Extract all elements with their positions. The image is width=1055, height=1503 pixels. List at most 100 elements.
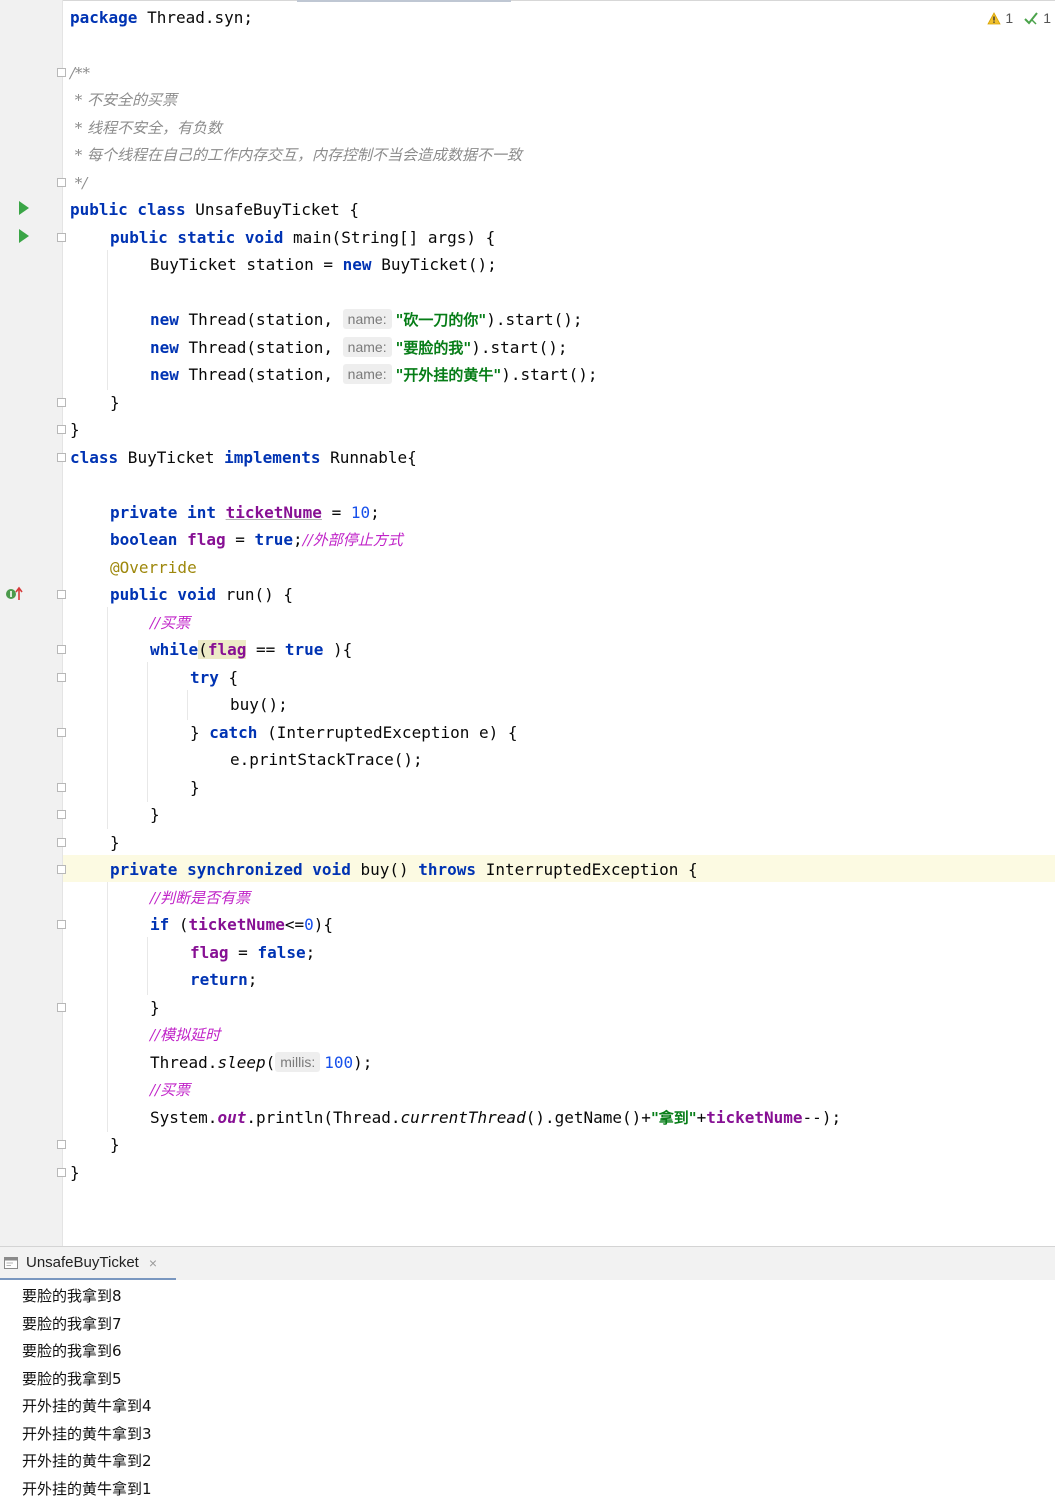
code-text: <= [285, 915, 304, 934]
code-text: main(String[] args) { [283, 228, 495, 247]
code-line: private synchronized void buy() throws I… [70, 856, 1055, 883]
fold-marker[interactable] [57, 810, 66, 819]
code-line: while(flag == true ){ [70, 636, 1055, 663]
code-line: * 每个线程在自己的工作内存交互，内存控制不当会造成数据不一致 [70, 141, 1055, 168]
code-text: } [150, 805, 160, 824]
code-text: } [70, 1163, 80, 1182]
code-text: == [246, 640, 285, 659]
keyword: true [255, 530, 294, 549]
string-literal: "拿到" [651, 1109, 697, 1127]
method-call: currentThread [400, 1108, 525, 1127]
field-name: ticketNume [226, 503, 322, 522]
fold-marker[interactable] [57, 838, 66, 847]
code-text: ; [293, 530, 303, 549]
code-text: Thread(station, [179, 365, 343, 384]
line-comment: //买票 [150, 614, 190, 632]
keyword: private int [110, 503, 216, 522]
fold-marker[interactable] [57, 865, 66, 874]
fold-marker[interactable] [57, 673, 66, 682]
line-comment: //外部停止方式 [303, 531, 403, 549]
code-text: ); [353, 1053, 372, 1072]
code-text: + [697, 1108, 707, 1127]
code-line: new Thread(station, name:"砍一刀的你").start(… [70, 306, 1055, 333]
keyword: public static void [110, 228, 283, 247]
code-line: } [70, 774, 1055, 801]
implements-method-icon[interactable] [5, 586, 25, 602]
code-line: //模拟延时 [70, 1021, 1055, 1048]
code-line: Thread.sleep(millis:100); [70, 1049, 1055, 1076]
console-line: 开外挂的黄牛拿到1 [22, 1476, 152, 1503]
keyword: public class [70, 200, 186, 219]
code-line: flag = false; [70, 939, 1055, 966]
fold-marker[interactable] [57, 1140, 66, 1149]
code-text: } [190, 778, 200, 797]
code-line: } [70, 801, 1055, 828]
fold-marker[interactable] [57, 178, 66, 187]
editor-gutter[interactable] [0, 0, 63, 1246]
fold-marker[interactable] [57, 425, 66, 434]
run-main-icon[interactable] [19, 229, 29, 243]
fold-marker[interactable] [57, 645, 66, 654]
doc-comment: */ [70, 174, 87, 192]
keyword: throws [418, 860, 476, 879]
fold-marker[interactable] [57, 728, 66, 737]
fold-marker[interactable] [57, 590, 66, 599]
fold-marker[interactable] [57, 1003, 66, 1012]
code-text: System. [150, 1108, 217, 1127]
code-text: ; [370, 503, 380, 522]
field-name: ticketNume [706, 1108, 802, 1127]
fold-marker[interactable] [57, 398, 66, 407]
code-line: public void run() { [70, 581, 1055, 608]
code-text: run() { [216, 585, 293, 604]
fold-marker[interactable] [57, 233, 66, 242]
code-line: buy(); [70, 691, 1055, 718]
code-text: ){ [314, 915, 333, 934]
code-line: if (ticketNume<=0){ [70, 911, 1055, 938]
code-line: //买票 [70, 1076, 1055, 1103]
code-text: = [322, 503, 351, 522]
fold-marker[interactable] [57, 783, 66, 792]
code-text: } [110, 1135, 120, 1154]
run-class-icon[interactable] [19, 201, 29, 215]
fold-marker[interactable] [57, 453, 66, 462]
parameter-hint: millis: [275, 1052, 320, 1072]
keyword: catch [209, 723, 257, 742]
number-literal: 100 [324, 1053, 353, 1072]
console-output[interactable]: 要脸的我拿到8 要脸的我拿到7 要脸的我拿到6 要脸的我拿到5 开外挂的黄牛拿到… [0, 1280, 1055, 1498]
code-line: boolean flag = true;//外部停止方式 [70, 526, 1055, 553]
doc-comment: * 线程不安全，有负数 [70, 119, 222, 137]
keyword: implements [224, 448, 320, 467]
code-text: ( [169, 915, 188, 934]
fold-marker[interactable] [57, 68, 66, 77]
doc-comment: * 每个线程在自己的工作内存交互，内存控制不当会造成数据不一致 [70, 146, 522, 164]
code-line: } catch (InterruptedException e) { [70, 719, 1055, 746]
keyword: class [70, 448, 118, 467]
annotation: @Override [110, 558, 197, 577]
field-name: flag [187, 530, 226, 549]
code-line: */ [70, 169, 1055, 196]
number-literal: 10 [351, 503, 370, 522]
keyword: new [150, 310, 179, 329]
console-lines: 要脸的我拿到8 要脸的我拿到7 要脸的我拿到6 要脸的我拿到5 开外挂的黄牛拿到… [22, 1283, 152, 1503]
code-text: BuyTicket(); [372, 255, 497, 274]
close-icon[interactable]: × [149, 1255, 157, 1271]
console-line: 要脸的我拿到6 [22, 1338, 152, 1366]
code-text: Thread(station, [179, 338, 343, 357]
code-line: /** [70, 59, 1055, 86]
fold-marker[interactable] [57, 1168, 66, 1177]
parameter-hint: name: [343, 364, 392, 384]
console-icon [4, 1257, 18, 1269]
code-line: } [70, 994, 1055, 1021]
fold-marker[interactable] [57, 920, 66, 929]
code-text: BuyTicket station = [150, 255, 343, 274]
console-line: 要脸的我拿到8 [22, 1283, 152, 1311]
code-line: //判断是否有票 [70, 884, 1055, 911]
parameter-hint: name: [343, 337, 392, 357]
run-tab[interactable]: UnsafeBuyTicket × [0, 1247, 176, 1281]
code-line: try { [70, 664, 1055, 691]
console-line: 开外挂的黄牛拿到2 [22, 1448, 152, 1476]
code-line: public class UnsafeBuyTicket { [70, 196, 1055, 223]
code-editor[interactable]: 1 1 package Thread.syn; /** * 不安全的买票 * 线… [0, 0, 1055, 1246]
method-call: sleep [217, 1053, 265, 1072]
code-text-area[interactable]: package Thread.syn; /** * 不安全的买票 * 线程不安全… [70, 0, 1055, 1246]
